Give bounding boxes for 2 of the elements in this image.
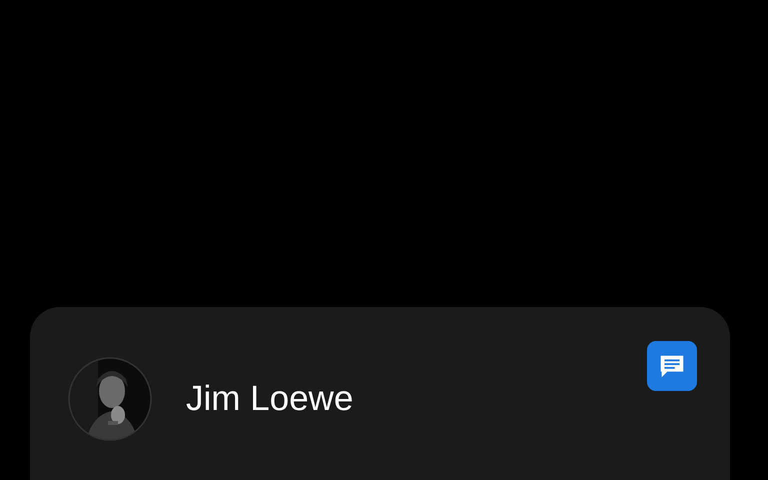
contact-name: Jim Loewe <box>186 379 354 419</box>
message-button[interactable] <box>647 341 697 391</box>
